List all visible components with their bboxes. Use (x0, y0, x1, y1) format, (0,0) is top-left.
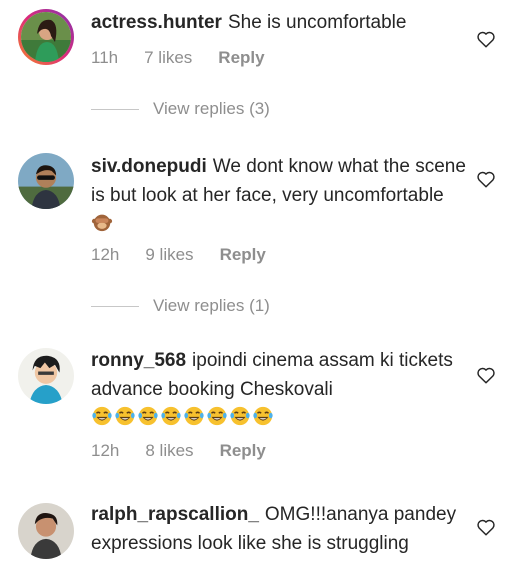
comment-likes[interactable]: 8 likes (145, 441, 193, 461)
comment-meta: 12h 8 likes Reply (91, 441, 266, 461)
comment-likes[interactable]: 7 likes (144, 48, 192, 68)
view-replies-label: View replies (3) (153, 99, 270, 118)
comment-username[interactable]: siv.donepudi (91, 156, 207, 177)
reply-button[interactable]: Reply (218, 48, 264, 68)
view-replies-label: View replies (1) (153, 296, 270, 315)
tears-of-joy-emoji-icon (253, 406, 273, 426)
avatar-image (18, 153, 74, 209)
tears-of-joy-emoji-row (91, 406, 275, 429)
avatar-image (18, 503, 74, 559)
comment-text: actress.hunter She is uncomfortable (91, 8, 466, 37)
comment-body: She is uncomfortable (227, 12, 407, 33)
reply-button[interactable]: Reply (220, 245, 266, 265)
avatar[interactable] (18, 348, 74, 404)
heart-outline-icon[interactable] (476, 366, 496, 384)
see-no-evil-monkey-emoji-icon (91, 214, 113, 232)
comment-text: siv.donepudi We dont know what the scene … (91, 152, 466, 239)
avatar[interactable] (18, 153, 74, 209)
view-replies-button[interactable]: View replies (1) (91, 296, 270, 316)
comment-username[interactable]: ralph_rapscallion_ (91, 504, 259, 525)
comment-text: ralph_rapscallion_ OMG!!!ananya pandey ex… (91, 500, 466, 558)
avatar[interactable] (18, 9, 74, 65)
avatar[interactable] (18, 503, 74, 559)
tears-of-joy-emoji-icon (92, 406, 112, 426)
avatar-image (18, 348, 74, 404)
view-replies-divider (91, 108, 139, 110)
view-replies-divider (91, 305, 139, 307)
heart-outline-icon[interactable] (476, 170, 496, 188)
comment-meta: 12h 9 likes Reply (91, 245, 266, 265)
heart-outline-icon[interactable] (476, 518, 496, 536)
tears-of-joy-emoji-icon (161, 406, 181, 426)
tears-of-joy-emoji-icon (115, 406, 135, 426)
comment-time: 12h (91, 245, 120, 264)
comment-time: 12h (91, 441, 120, 460)
comment-likes[interactable]: 9 likes (145, 245, 193, 265)
tears-of-joy-emoji-icon (230, 406, 250, 426)
avatar-image (21, 12, 71, 62)
comment-text: ronny_568 ipoindi cinema assam ki tickets… (91, 346, 466, 433)
tears-of-joy-emoji-icon (138, 406, 158, 426)
tears-of-joy-emoji-icon (207, 406, 227, 426)
comment-username[interactable]: ronny_568 (91, 350, 186, 371)
comment-username[interactable]: actress.hunter (91, 12, 222, 33)
view-replies-button[interactable]: View replies (3) (91, 99, 270, 119)
comment-time: 11h (91, 48, 119, 67)
reply-button[interactable]: Reply (220, 441, 266, 461)
heart-outline-icon[interactable] (476, 30, 496, 48)
tears-of-joy-emoji-icon (184, 406, 204, 426)
comment-meta: 11h 7 likes Reply (91, 48, 265, 68)
